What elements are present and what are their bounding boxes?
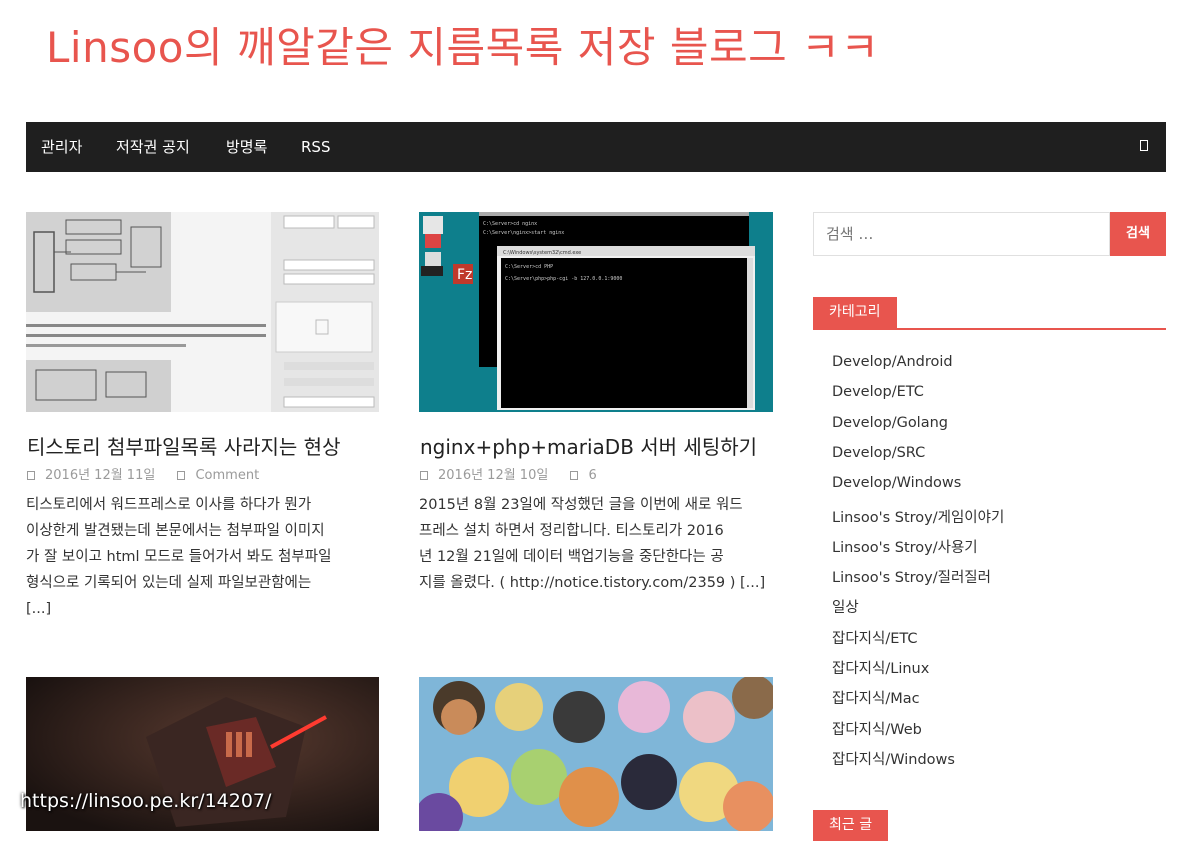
category-link[interactable]: Develop/Windows — [832, 475, 961, 491]
excerpt-line: 지를 올렸다. ( http://notice.tistory.com/2359… — [419, 575, 766, 591]
category-link[interactable]: 잡다지식/Mac — [832, 687, 920, 708]
category-link[interactable]: 잡다지식/Linux — [832, 657, 929, 678]
recent-posts-widget-title: 최근 글 — [813, 810, 889, 841]
cmd-text: C:\Server>cd nginx — [483, 221, 537, 227]
nav-item-guestbook[interactable]: 방명록 — [226, 122, 267, 172]
category-link[interactable]: Develop/SRC — [832, 445, 925, 461]
search-input[interactable] — [813, 212, 1110, 256]
post-title[interactable]: 티스토리 첨부파일목록 사라지는 현상 — [27, 431, 340, 460]
excerpt-line: 프레스 설치 하면서 정리합니다. 티스토리가 2016 — [419, 523, 724, 539]
post-excerpt: 2015년 8월 23일에 작성했던 글을 이번에 새로 워드 프레스 설치 하… — [419, 492, 775, 596]
category-link[interactable]: Linsoo's Stroy/질러질러 — [832, 566, 991, 587]
excerpt-line: 2015년 8월 23일에 작성했던 글을 이번에 새로 워드 — [419, 497, 743, 513]
category-link[interactable]: Develop/Golang — [832, 415, 948, 431]
nav-item-rss[interactable]: RSS — [301, 122, 330, 172]
post-thumbnail[interactable] — [419, 677, 773, 831]
search-button[interactable]: 검색 — [1110, 212, 1166, 256]
category-link[interactable]: Linsoo's Stroy/사용기 — [832, 536, 978, 557]
excerpt-line: 이상한게 발견됐는데 본문에서는 첨부파일 이미지 — [26, 523, 325, 539]
cmd-window-title: C:\Windows\system32\cmd.exe — [503, 250, 581, 256]
read-more-link[interactable]: [...] — [26, 596, 382, 622]
nav-item-copyright[interactable]: 저작권 공지 — [116, 122, 190, 172]
category-link[interactable]: Develop/Android — [832, 354, 953, 370]
categories-widget-title: 카테고리 — [813, 297, 897, 328]
url-watermark: https://linsoo.pe.kr/14207/ — [20, 790, 272, 812]
post-date[interactable]: 2016년 12월 10일 — [438, 468, 548, 483]
svg-text:Fz: Fz — [457, 267, 472, 283]
category-link[interactable]: 잡다지식/ETC — [832, 627, 918, 648]
excerpt-line: 가 잘 보이고 html 모드로 들어가서 봐도 첨부파일 — [26, 549, 332, 565]
comment-icon — [177, 471, 186, 480]
calendar-icon — [27, 471, 35, 480]
cmd-text: C:\Server>cd PHP — [505, 264, 553, 270]
post-thumbnail[interactable]: Fz C:\Server>cd nginx C:\Server\nginx>st… — [419, 212, 773, 412]
comment-icon — [570, 471, 579, 480]
divider — [813, 328, 1166, 330]
excerpt-line: 형식으로 기록되어 있는데 실제 파일보관함에는 — [26, 575, 312, 591]
category-link[interactable]: 잡다지식/Web — [832, 718, 922, 739]
category-link[interactable]: Develop/ETC — [832, 384, 924, 400]
post-meta: 2016년 12월 11일 Comment — [27, 464, 259, 483]
post-meta: 2016년 12월 10일 6 — [420, 464, 597, 483]
excerpt-line: 티스토리에서 워드프레스로 이사를 하다가 뭔가 — [26, 497, 312, 513]
post-thumbnail[interactable] — [26, 212, 379, 412]
cmd-text: C:\Server\nginx>start nginx — [483, 230, 564, 236]
post-date[interactable]: 2016년 12월 11일 — [45, 468, 155, 483]
post-comments[interactable]: 6 — [588, 468, 596, 483]
search-icon[interactable] — [1140, 140, 1148, 151]
post-excerpt: 티스토리에서 워드프레스로 이사를 하다가 뭔가 이상한게 발견됐는데 본문에서… — [26, 492, 382, 622]
nav-item-admin[interactable]: 관리자 — [41, 122, 82, 172]
post-comments[interactable]: Comment — [195, 468, 259, 483]
category-link[interactable]: 일상 — [832, 596, 859, 617]
site-title[interactable]: Linsoo의 깨알같은 지름목록 저장 블로그 ㅋㅋ — [46, 14, 879, 75]
excerpt-line: 년 12월 21일에 데이터 백업기능을 중단한다는 공 — [419, 549, 724, 565]
main-navigation: 관리자 저작권 공지 방명록 RSS — [26, 122, 1166, 172]
calendar-icon — [420, 471, 428, 480]
cmd-text: C:\Server\php>php-cgi -b 127.0.0.1:9000 — [505, 276, 622, 282]
category-link[interactable]: 잡다지식/Windows — [832, 748, 955, 769]
category-link[interactable]: Linsoo's Stroy/게임이야기 — [832, 506, 1004, 527]
post-title[interactable]: nginx+php+mariaDB 서버 세팅하기 — [420, 431, 757, 460]
